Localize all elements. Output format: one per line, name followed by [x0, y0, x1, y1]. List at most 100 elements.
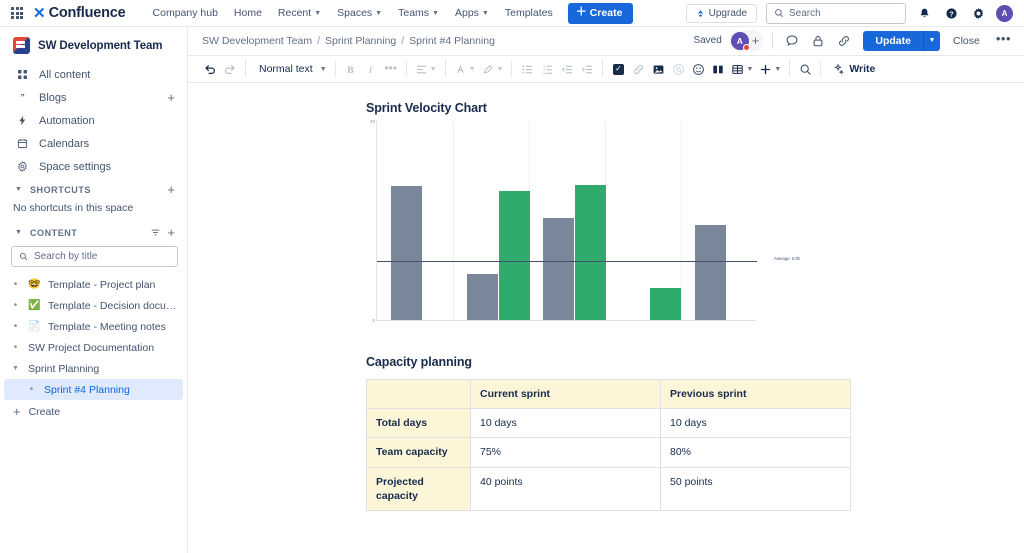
bold-icon[interactable]: B [341, 59, 361, 79]
help-circle-icon[interactable]: ? [942, 4, 960, 22]
more-formatting-icon[interactable]: ••• [381, 59, 401, 79]
sidebar-item-blogs[interactable]: ” Blogs + [0, 86, 187, 109]
col-header-current-sprint[interactable]: Current sprint [470, 378, 661, 410]
row-label-team-capacity[interactable]: Team capacity [366, 437, 471, 468]
divider [334, 61, 336, 77]
sidebar-item-automation[interactable]: Automation [0, 109, 187, 132]
nav-company-hub[interactable]: Company hub [146, 3, 225, 23]
cell-projected-capacity-previous[interactable]: 50 points [660, 466, 851, 511]
redo-icon[interactable] [220, 59, 240, 79]
highlight-pen-icon[interactable]: ▼ [479, 59, 507, 79]
content-search-input[interactable]: Search by title [11, 246, 178, 267]
user-avatar[interactable]: A [996, 4, 1013, 22]
mention-at-icon[interactable] [668, 59, 688, 79]
avatar[interactable]: A [730, 31, 750, 51]
tree-item-sprint-4-planning[interactable]: • Sprint #4 Planning [4, 379, 183, 400]
sprint-velocity-chart-block[interactable]: Sprint Velocity Chart ORIGINAL TIME ESTI… [188, 101, 1024, 323]
col-header-previous-sprint[interactable]: Previous sprint [660, 378, 851, 410]
text-color-icon[interactable]: ▼ [451, 59, 479, 79]
capacity-planning-table[interactable]: Current sprint Previous sprint Total day… [366, 378, 851, 511]
add-blog-icon[interactable]: + [167, 91, 175, 104]
cell-team-capacity-current[interactable]: 75% [470, 437, 661, 468]
cell-total-days-previous[interactable]: 10 days [660, 408, 851, 439]
comment-icon[interactable] [782, 31, 802, 51]
bullet-list-icon[interactable] [517, 59, 537, 79]
link-icon[interactable] [628, 59, 648, 79]
settings-gear-icon[interactable] [969, 4, 987, 22]
sidebar-item-space-settings[interactable]: Space settings [0, 155, 187, 178]
upgrade-button[interactable]: Upgrade [685, 3, 757, 23]
sidebar-create-button[interactable]: + Create [0, 400, 187, 423]
cell-team-capacity-previous[interactable]: 80% [660, 437, 851, 468]
sidebar-item-all-content[interactable]: All content [0, 63, 187, 86]
sidebar-label: Space settings [39, 160, 112, 173]
text-align-icon[interactable]: ▼ [412, 59, 440, 79]
insert-plus-icon[interactable]: ▼ [756, 59, 784, 79]
tree-item-template-project-plan[interactable]: • 🤓 Template - Project plan [0, 274, 187, 295]
cell-total-days-current[interactable]: 10 days [470, 408, 661, 439]
chevron-down-icon: ▼ [319, 65, 327, 73]
tree-label: Sprint #4 Planning [44, 383, 130, 396]
app-switcher-icon[interactable] [9, 5, 25, 21]
capacity-table-wrap[interactable]: Current sprint Previous sprint Total day… [188, 378, 1024, 511]
chart-title: Sprint Velocity Chart [366, 101, 487, 115]
restrictions-lock-icon[interactable] [808, 31, 828, 51]
breadcrumb-space[interactable]: SW Development Team [202, 35, 312, 47]
notifications-icon[interactable] [915, 4, 933, 22]
space-header[interactable]: SW Development Team [0, 34, 187, 63]
content-section-header[interactable]: ▼ CONTENT + [0, 221, 187, 243]
add-shortcut-icon[interactable]: + [167, 183, 175, 196]
sidebar-item-calendars[interactable]: Calendars [0, 132, 187, 155]
confluence-logo[interactable]: ✕ Confluence [33, 5, 126, 21]
italic-icon[interactable]: I [361, 59, 381, 79]
nav-recent[interactable]: Recent ▼ [271, 3, 328, 23]
task-checkbox-icon[interactable] [608, 59, 628, 79]
columns-layout-icon[interactable] [708, 59, 728, 79]
outdent-icon[interactable] [557, 59, 577, 79]
tree-item-sprint-planning[interactable]: ▼ Sprint Planning [0, 358, 187, 379]
text-style-dropdown[interactable]: Normal text ▼ [251, 59, 330, 79]
col-header-blank[interactable] [366, 378, 471, 410]
find-replace-search-icon[interactable] [795, 59, 815, 79]
add-people-icon[interactable]: + [752, 34, 760, 47]
tree-item-template-meeting-notes[interactable]: • 📄 Template - Meeting notes [0, 316, 187, 337]
more-horizontal-icon[interactable]: ••• [993, 31, 1014, 51]
ai-write-button[interactable]: Write [826, 63, 881, 75]
breadcrumb-current[interactable]: Sprint #4 Planning [409, 35, 495, 47]
breadcrumb: SW Development Team / Sprint Planning / … [202, 35, 495, 47]
collaborators[interactable]: A + [728, 29, 764, 52]
cell-projected-capacity-current[interactable]: 40 points [470, 466, 661, 511]
editor-header-actions: Saved A + Update ▼ Close ••• [693, 29, 1014, 52]
emoji-smiley-icon[interactable] [688, 59, 708, 79]
shortcuts-section-header[interactable]: ▼ SHORTCUTS + [0, 178, 187, 200]
copy-link-icon[interactable] [834, 31, 854, 51]
nav-teams[interactable]: Teams ▼ [391, 3, 446, 23]
search-placeholder: Search [789, 7, 821, 19]
update-button[interactable]: Update [863, 30, 923, 51]
update-options-chevron-down-icon[interactable]: ▼ [922, 30, 940, 51]
nav-home[interactable]: Home [227, 3, 269, 23]
undo-icon[interactable] [200, 59, 220, 79]
add-content-icon[interactable]: + [167, 226, 175, 239]
image-icon[interactable] [648, 59, 668, 79]
lightning-icon [16, 114, 29, 127]
filter-icon[interactable] [150, 227, 161, 238]
row-label-total-days[interactable]: Total days [366, 408, 471, 439]
table-header-row: Current sprint Previous sprint [366, 378, 851, 410]
page-content-canvas[interactable]: Sprint Velocity Chart ORIGINAL TIME ESTI… [188, 83, 1024, 553]
create-button[interactable]: ＋ Create [567, 2, 634, 24]
nav-templates[interactable]: Templates [498, 3, 560, 23]
search-input[interactable]: Search [766, 2, 906, 24]
tree-item-template-decision-document[interactable]: • ✅ Template - Decision docume… [0, 295, 187, 316]
breadcrumb-parent[interactable]: Sprint Planning [325, 35, 396, 47]
table-icon[interactable]: ▼ [728, 59, 756, 79]
nav-spaces[interactable]: Spaces ▼ [330, 3, 389, 23]
chevron-down-icon[interactable]: ▼ [10, 365, 21, 372]
numbered-list-icon[interactable]: 1 2 3 [537, 59, 557, 79]
close-button[interactable]: Close [946, 31, 987, 51]
indent-icon[interactable] [577, 59, 597, 79]
y-tick-label: 20 [369, 119, 375, 124]
tree-item-sw-project-documentation[interactable]: • SW Project Documentation [0, 337, 187, 358]
nav-apps[interactable]: Apps ▼ [448, 3, 496, 23]
row-label-projected-capacity[interactable]: Projected capacity [366, 466, 471, 511]
